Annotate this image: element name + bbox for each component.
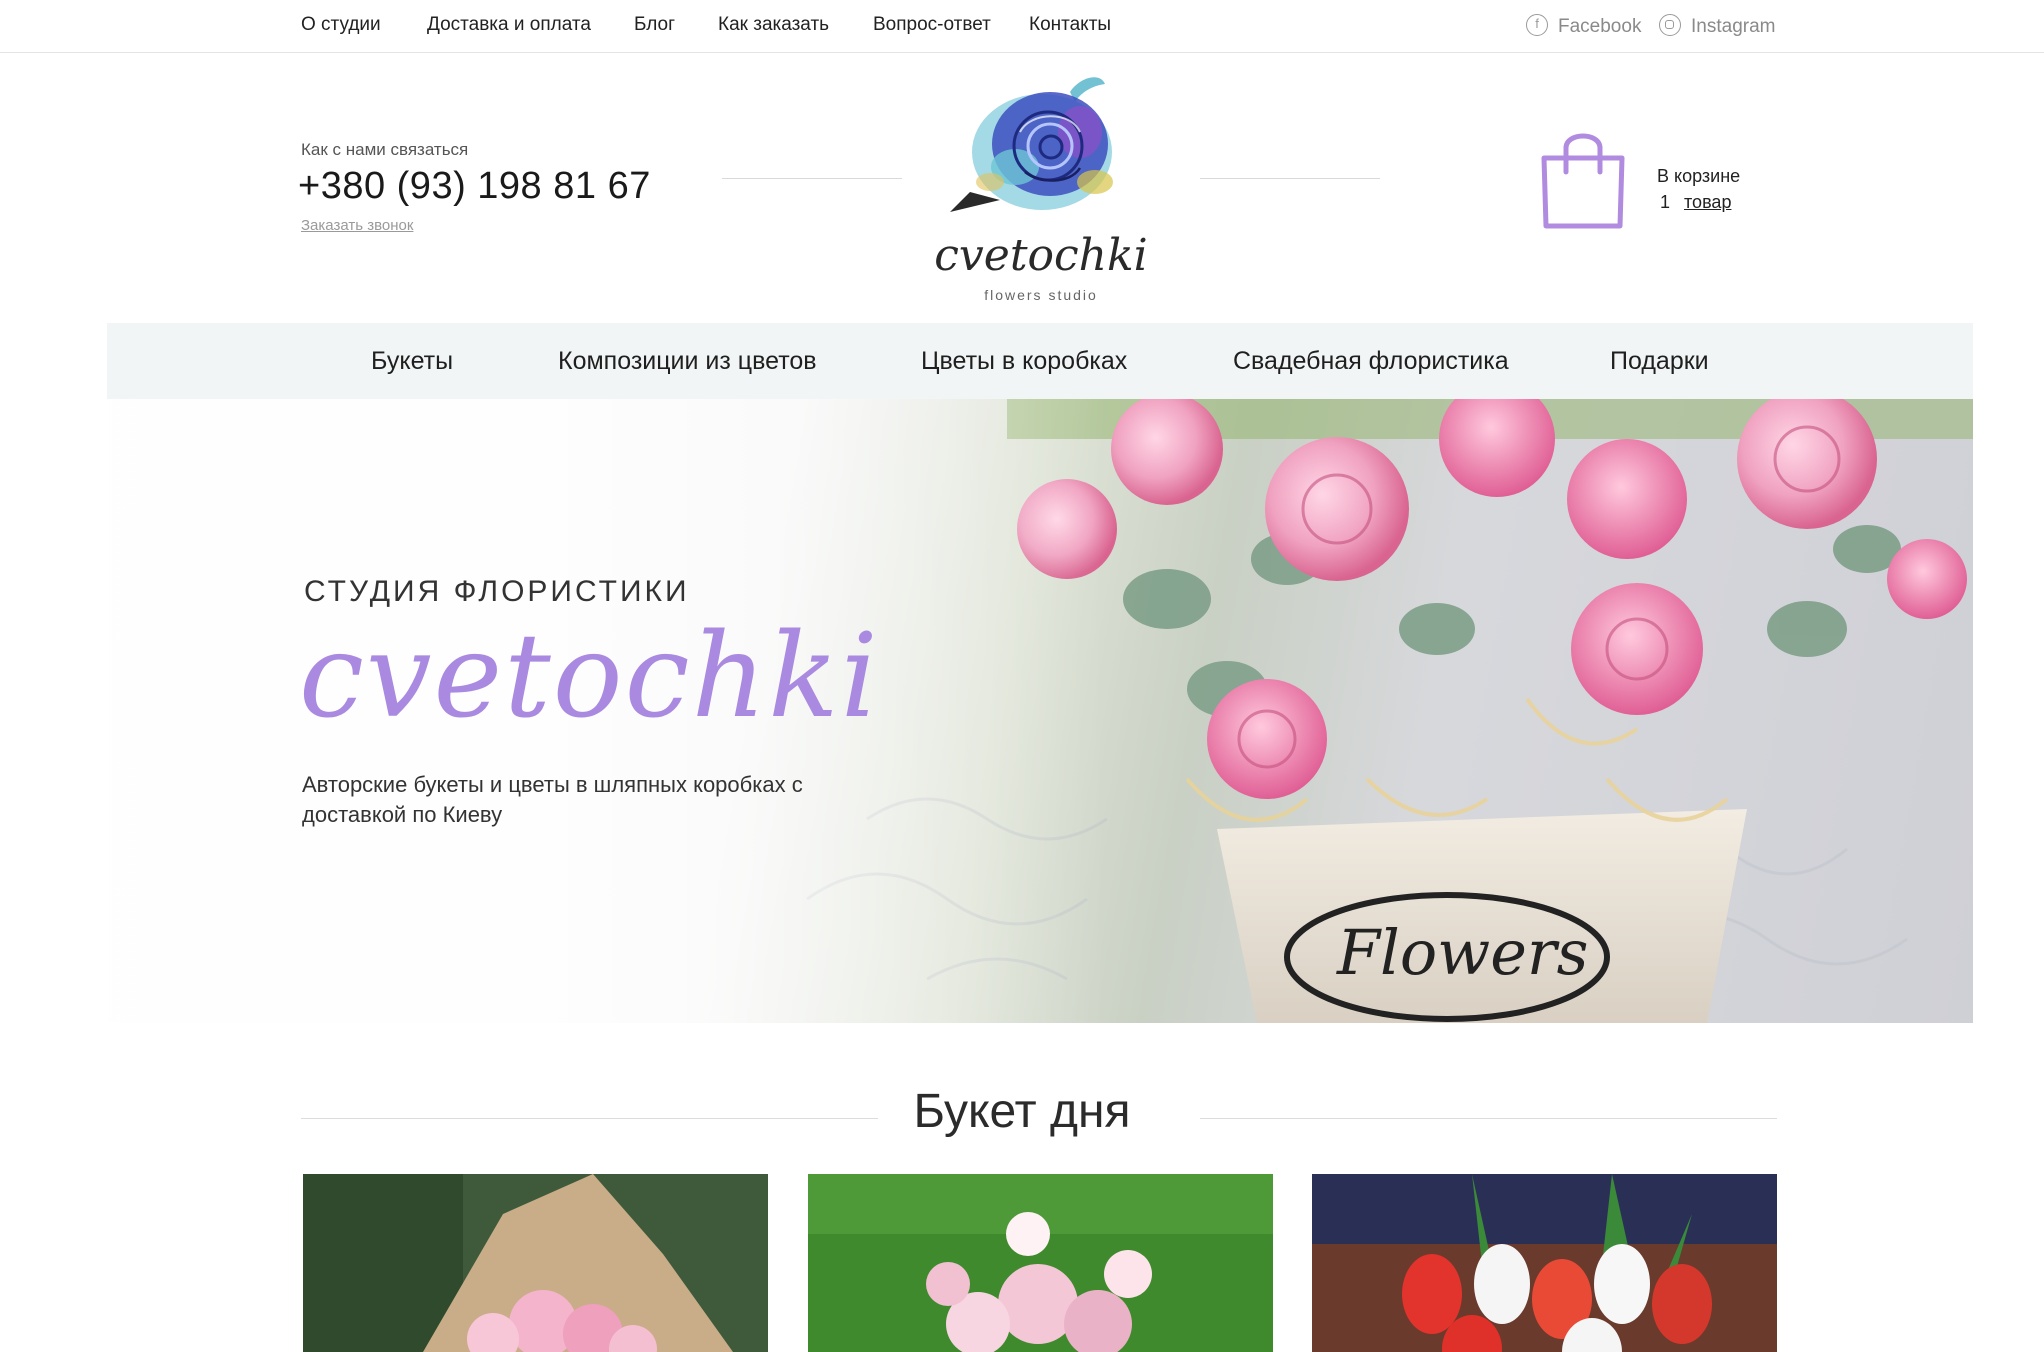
nav-item-bouquets[interactable]: Букеты bbox=[371, 347, 453, 376]
cart-count: 1 bbox=[1660, 192, 1671, 212]
phone-number[interactable]: +380 (93) 198 81 67 bbox=[298, 165, 651, 208]
logo-subtitle: flowers studio bbox=[984, 287, 1098, 303]
cart-items-link[interactable]: товар bbox=[1684, 192, 1731, 212]
hero-banner[interactable]: Flowers СТУДИЯ ФЛОРИСТИКИ cvetochki Авто… bbox=[107, 399, 1973, 1023]
request-call-link[interactable]: Заказать звонок bbox=[301, 217, 413, 234]
nav-item-wedding-floristry[interactable]: Свадебная флористика bbox=[1233, 347, 1509, 376]
shopping-bag-icon[interactable] bbox=[1540, 128, 1626, 230]
nav-item-flowers-in-boxes[interactable]: Цветы в коробках bbox=[921, 347, 1127, 376]
product-image bbox=[303, 1174, 768, 1352]
logo-wordmark: cvetochki bbox=[934, 230, 1148, 281]
topnav-contacts-link[interactable]: Контакты bbox=[1029, 14, 1111, 36]
facebook-link[interactable]: Facebook bbox=[1526, 14, 1641, 38]
hero-description: Авторские букеты и цветы в шляпных короб… bbox=[302, 772, 803, 827]
header-divider-left bbox=[722, 178, 902, 179]
hero-box-label: Flowers bbox=[1336, 916, 1588, 989]
site-logo[interactable]: cvetochki flowers studio bbox=[930, 72, 1152, 308]
instagram-label: Instagram bbox=[1691, 16, 1776, 37]
hero-kicker: СТУДИЯ ФЛОРИСТИКИ bbox=[304, 575, 690, 608]
main-category-nav: Букеты Композиции из цветов Цветы в коро… bbox=[107, 323, 1973, 399]
facebook-icon bbox=[1526, 14, 1548, 36]
product-image bbox=[1312, 1174, 1777, 1352]
cart-title: В корзине bbox=[1657, 166, 1741, 186]
nav-item-compositions[interactable]: Композиции из цветов bbox=[558, 347, 817, 376]
product-card[interactable] bbox=[303, 1174, 768, 1352]
topnav-delivery-link[interactable]: Доставка и оплата bbox=[427, 14, 591, 36]
topnav-blog-link[interactable]: Блог bbox=[634, 14, 675, 36]
watercolor-rose-icon bbox=[950, 77, 1113, 212]
nav-item-gifts[interactable]: Подарки bbox=[1610, 347, 1709, 376]
topnav-about-link[interactable]: О студии bbox=[301, 14, 381, 36]
topnav-how-to-order-link[interactable]: Как заказать bbox=[718, 14, 829, 36]
header-divider-right bbox=[1200, 178, 1380, 179]
facebook-label: Facebook bbox=[1558, 16, 1642, 37]
instagram-icon bbox=[1659, 14, 1681, 36]
product-card[interactable] bbox=[1312, 1174, 1777, 1352]
hero-brand-title: cvetochki bbox=[299, 609, 880, 744]
section-title: Букет дня bbox=[913, 1085, 1131, 1138]
instagram-link[interactable]: Instagram bbox=[1659, 14, 1775, 38]
contact-label: Как с нами связаться bbox=[301, 140, 469, 159]
cart-summary[interactable]: 1 товар bbox=[1660, 192, 1731, 213]
top-bar: О студии Доставка и оплата Блог Как зака… bbox=[0, 0, 2044, 53]
product-image bbox=[808, 1174, 1273, 1352]
topnav-faq-link[interactable]: Вопрос-ответ bbox=[873, 14, 991, 36]
product-card[interactable] bbox=[808, 1174, 1273, 1352]
